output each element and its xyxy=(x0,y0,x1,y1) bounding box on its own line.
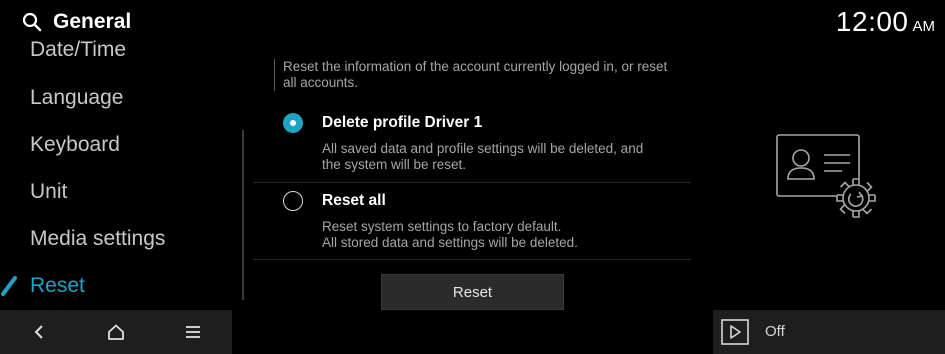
sidebar-item-keyboard[interactable]: Keyboard xyxy=(30,133,120,157)
media-status: Off xyxy=(765,323,785,340)
sidebar-item-unit[interactable]: Unit xyxy=(30,180,67,204)
reset-all-option-title[interactable]: Reset all xyxy=(322,192,386,210)
option-divider xyxy=(253,182,691,183)
clock: 12:00 AM xyxy=(836,6,935,38)
home-icon xyxy=(107,324,124,340)
clock-time: 12:00 xyxy=(835,6,909,37)
sidebar-item-date-time[interactable]: Date/Time xyxy=(30,38,126,62)
clock-period: AM xyxy=(912,18,936,35)
back-button[interactable] xyxy=(0,310,77,354)
delete-profile-option-description: All saved data and profile settings will… xyxy=(322,141,692,173)
home-button[interactable] xyxy=(77,310,154,354)
active-indicator-icon xyxy=(1,276,17,296)
menu-button[interactable] xyxy=(154,310,231,354)
option-desc-line: All saved data and profile settings will… xyxy=(322,141,644,156)
sidebar-scrollbar[interactable] xyxy=(242,130,244,300)
reset-all-radio[interactable] xyxy=(283,191,303,211)
menu-icon xyxy=(185,326,200,338)
option-desc-line: All stored data and settings will be del… xyxy=(322,235,578,250)
sidebar-item-language[interactable]: Language xyxy=(30,86,123,110)
reset-description: Reset the information of the account cur… xyxy=(283,59,668,90)
page-title: General xyxy=(53,10,132,33)
delete-profile-option-title[interactable]: Delete profile Driver 1 xyxy=(322,114,482,132)
option-divider xyxy=(253,259,691,260)
reset-button[interactable]: Reset xyxy=(381,274,564,310)
option-desc-line: the system will be reset. xyxy=(322,157,467,172)
reset-all-option-description: Reset system settings to factory default… xyxy=(322,219,692,251)
option-desc-line: Reset system settings to factory default… xyxy=(322,219,562,234)
profile-reset-icon xyxy=(776,134,876,218)
search-icon[interactable] xyxy=(22,12,42,32)
play-icon[interactable] xyxy=(721,319,749,345)
description-divider xyxy=(274,59,275,91)
sidebar: Date/Time Language Keyboard Unit Media s… xyxy=(0,36,243,302)
sidebar-item-media-settings[interactable]: Media settings xyxy=(30,227,165,251)
sidebar-item-reset[interactable]: Reset xyxy=(30,274,85,298)
bottom-navigation xyxy=(0,310,232,354)
back-icon xyxy=(34,325,43,339)
delete-profile-radio[interactable] xyxy=(283,113,303,133)
